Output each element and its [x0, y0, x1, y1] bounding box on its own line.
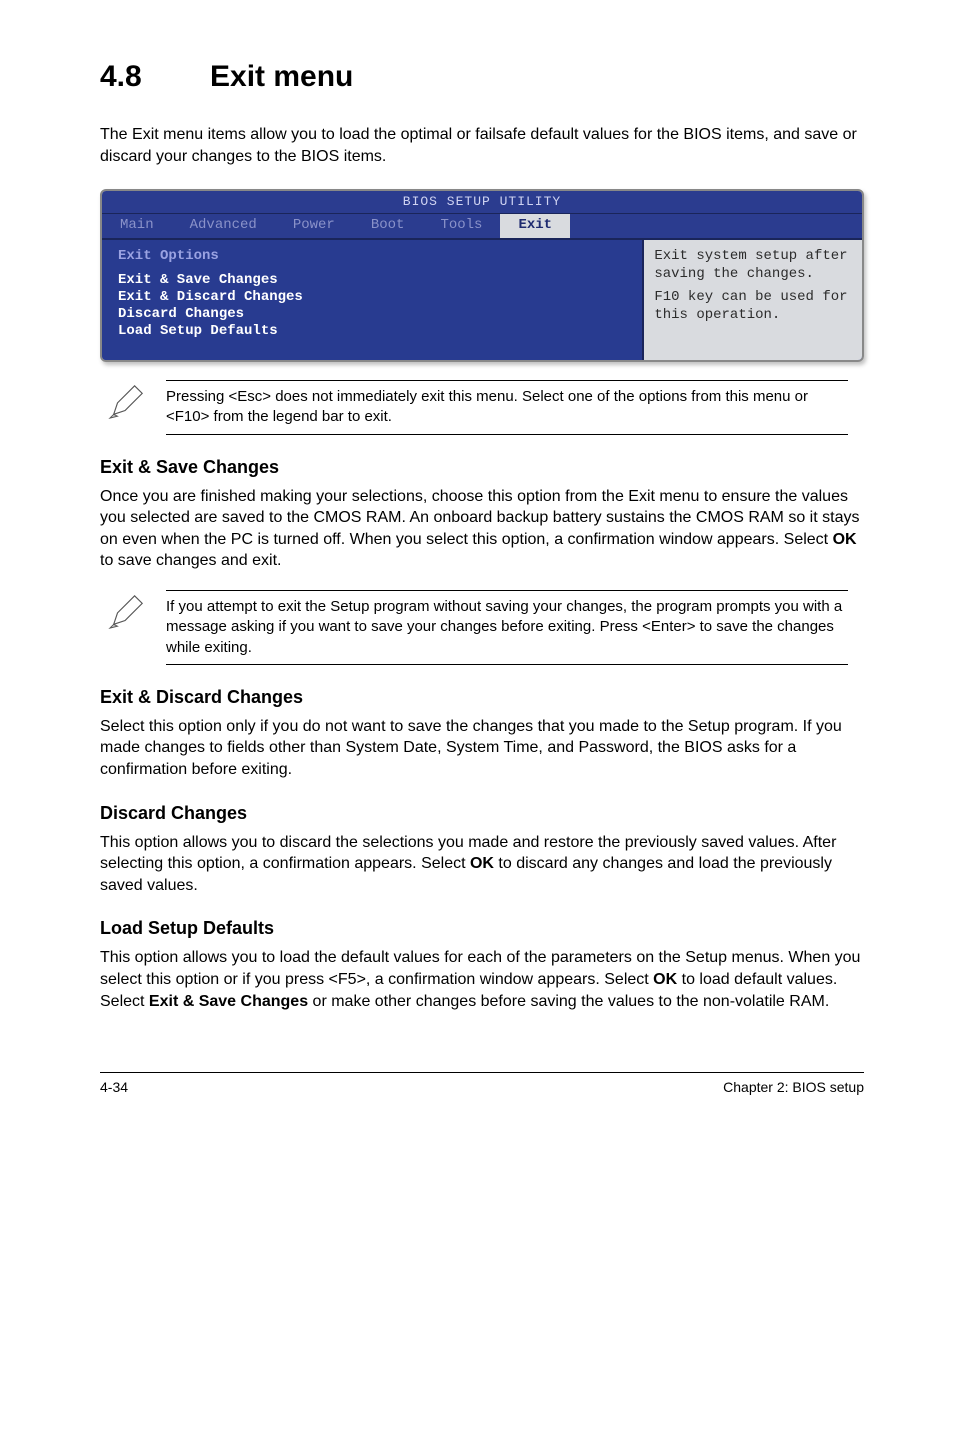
text-segment: or make other changes before saving the …	[308, 993, 829, 1010]
heading-exit-save: Exit & Save Changes	[100, 457, 864, 478]
ok-bold: OK	[653, 971, 677, 988]
section-heading: 4.8Exit menu	[100, 60, 864, 94]
ok-bold: OK	[833, 531, 857, 548]
note-text-1: Pressing <Esc> does not immediately exit…	[166, 380, 848, 435]
bios-tab-bar: Main Advanced Power Boot Tools Exit	[102, 214, 862, 240]
exit-save-bold: Exit & Save Changes	[149, 993, 308, 1010]
pencil-icon	[108, 382, 148, 425]
bios-tab-exit: Exit	[500, 214, 570, 238]
paragraph-exit-discard: Select this option only if you do not wa…	[100, 716, 864, 781]
bios-titlebar: BIOS SETUP UTILITY	[102, 191, 862, 214]
bios-tab-advanced: Advanced	[172, 214, 275, 238]
bios-body: Exit Options Exit & Save Changes Exit & …	[102, 240, 862, 360]
bios-tab-boot: Boot	[353, 214, 423, 238]
bios-help-line2: F10 key can be used for this operation.	[654, 289, 852, 324]
heading-discard: Discard Changes	[100, 803, 864, 824]
paragraph-discard: This option allows you to discard the se…	[100, 832, 864, 897]
section-title-text: Exit menu	[210, 60, 353, 93]
footer-page-number: 4-34	[100, 1079, 128, 1095]
page-footer: 4-34 Chapter 2: BIOS setup	[100, 1072, 864, 1095]
bios-left-heading: Exit Options	[118, 248, 626, 264]
text-segment: to save changes and exit.	[100, 552, 281, 569]
note-text-2: If you attempt to exit the Setup program…	[166, 590, 848, 665]
section-number: 4.8	[100, 60, 210, 94]
bios-item-discard: Discard Changes	[118, 306, 626, 323]
bios-tab-power: Power	[275, 214, 353, 238]
bios-tab-main: Main	[102, 214, 172, 238]
bios-item-exit-discard: Exit & Discard Changes	[118, 289, 626, 306]
bios-left-pane: Exit Options Exit & Save Changes Exit & …	[102, 240, 644, 360]
ok-bold: OK	[470, 855, 494, 872]
text-segment: Once you are finished making your select…	[100, 488, 859, 548]
bios-right-pane: Exit system setup after saving the chang…	[644, 240, 862, 360]
intro-paragraph: The Exit menu items allow you to load th…	[100, 124, 864, 167]
paragraph-load-defaults: This option allows you to load the defau…	[100, 947, 864, 1012]
bios-item-load-defaults: Load Setup Defaults	[118, 323, 626, 340]
bios-item-exit-save: Exit & Save Changes	[118, 272, 626, 289]
bios-help-line1: Exit system setup after saving the chang…	[654, 248, 852, 283]
note-block-2: If you attempt to exit the Setup program…	[108, 590, 848, 665]
footer-chapter: Chapter 2: BIOS setup	[723, 1079, 864, 1095]
bios-tab-tools: Tools	[422, 214, 500, 238]
bios-screenshot: BIOS SETUP UTILITY Main Advanced Power B…	[100, 189, 864, 362]
pencil-icon	[108, 592, 148, 635]
note-block-1: Pressing <Esc> does not immediately exit…	[108, 380, 848, 435]
paragraph-exit-save: Once you are finished making your select…	[100, 486, 864, 572]
heading-load-defaults: Load Setup Defaults	[100, 918, 864, 939]
heading-exit-discard: Exit & Discard Changes	[100, 687, 864, 708]
